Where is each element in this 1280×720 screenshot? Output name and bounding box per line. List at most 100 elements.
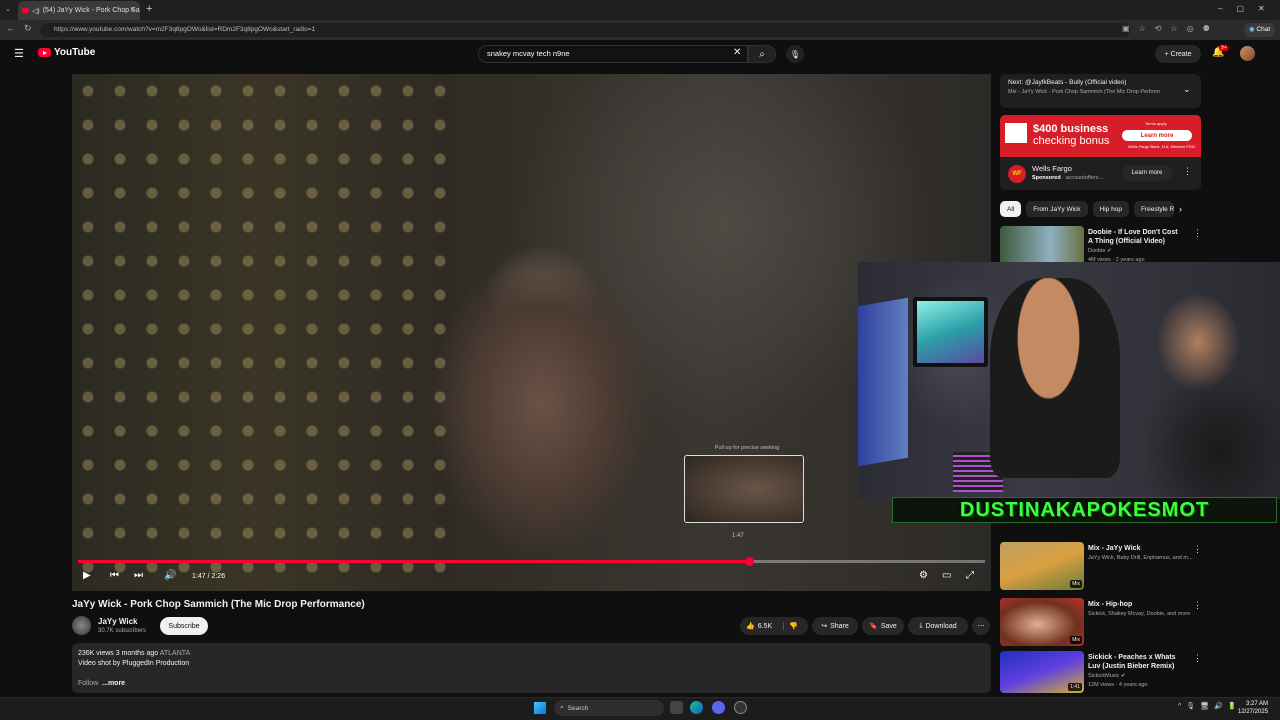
ad-fdic: Wells Fargo Bank, N.A. Member FDIC — [1128, 144, 1196, 149]
recommendation-title[interactable]: Mix - JaYy Wick — [1088, 544, 1183, 553]
ad-banner[interactable]: $400 business checking bonus Terms apply … — [1000, 115, 1201, 157]
next-up-panel[interactable]: Next: @JayfkBeats - Bully (Official vide… — [1000, 74, 1201, 108]
play-icon[interactable]: ▶ — [83, 570, 91, 581]
discord-icon[interactable] — [712, 701, 725, 714]
fullscreen-icon[interactable]: ⤢ — [966, 570, 974, 581]
more-actions-icon[interactable]: ⋯ — [972, 617, 990, 635]
speaker-icon[interactable]: ◁) — [32, 7, 40, 15]
seek-preview-thumbnail — [684, 455, 804, 523]
previous-icon[interactable]: ⏮ — [110, 570, 119, 581]
ad-info[interactable]: WF Wells Fargo Sponsored · accountoffers… — [1000, 157, 1201, 190]
thumbs-down-icon[interactable]: 👎 — [783, 622, 798, 630]
new-tab-icon[interactable]: + — [146, 3, 152, 15]
ad-menu-icon[interactable]: ⋮ — [1183, 166, 1192, 177]
more-options-icon[interactable]: ⋮ — [1193, 600, 1202, 611]
reload-icon[interactable]: ↻ — [24, 23, 32, 34]
account-avatar[interactable] — [1240, 46, 1255, 61]
recommendation-title[interactable]: Mix - Hip-hop — [1088, 600, 1183, 609]
recommendation-item[interactable]: Mix Mix - Hip-hop Sickick, Shakey Mcvay,… — [1000, 598, 1270, 648]
share-label: Share — [830, 622, 849, 630]
chat-button[interactable]: ◉ Chat — [1244, 23, 1276, 37]
clock-time: 3:27 AM — [1246, 701, 1269, 707]
video-player[interactable]: Pull up for precise seeking 1:47 ▶ ⏮ ⏭ 🔊… — [72, 74, 991, 591]
search-icon: ⌕ — [560, 704, 564, 711]
save-label: Save — [880, 622, 897, 630]
back-icon[interactable]: ← — [6, 23, 15, 33]
ad-learn-more-button[interactable]: Learn more — [1122, 130, 1192, 141]
browser-toolbar-icons[interactable]: ▣☆⟲☆◎⚉ — [1122, 24, 1219, 33]
recommendation-channel: Doobie ✔ — [1088, 248, 1112, 254]
download-button[interactable]: ⤓ Download — [908, 617, 968, 635]
more-options-icon[interactable]: ⋮ — [1193, 544, 1202, 555]
bookmark-icon: 🔖 — [869, 623, 878, 630]
browser-tab[interactable]: ◁) (54) JaYy Wick - Pork Chop Sa — [18, 1, 140, 20]
chip-from-channel[interactable]: From JaYy Wick — [1026, 201, 1088, 217]
tab-title: (54) JaYy Wick - Pork Chop Sa — [42, 7, 140, 14]
recommendation-thumbnail[interactable]: Mix — [1000, 598, 1084, 646]
task-view-icon[interactable] — [670, 701, 683, 714]
system-tray-icons[interactable]: ^🎙🖥🔊🔋 — [1178, 702, 1242, 710]
recommendation-meta: 12M views · 4 years ago — [1088, 682, 1148, 688]
filter-chips: All From JaYy Wick Hip hop Freestyle R › — [1000, 201, 1182, 217]
like-count: 6.5K — [757, 622, 773, 630]
search-icon: ⌕ — [759, 48, 765, 60]
tab-list-icon[interactable]: ⌄ — [5, 5, 11, 13]
url-field[interactable]: https://www.youtube.com/watch?v=m2F3q8pg… — [40, 23, 1130, 37]
search-input[interactable]: snakey mcvay tech n9ne — [478, 45, 748, 63]
like-button[interactable]: 👍 6.5K 👎 — [740, 617, 808, 635]
seek-preview-time: 1:47 — [732, 533, 744, 539]
windows-start-icon[interactable] — [534, 702, 546, 714]
volume-icon[interactable]: 🔊 — [164, 570, 176, 581]
thumbs-up-icon: 👍 — [746, 623, 755, 630]
channel-name[interactable]: JaYy Wick — [98, 617, 138, 626]
recommendation-thumbnail[interactable]: Mix — [1000, 542, 1084, 590]
create-button[interactable]: + Create — [1155, 45, 1201, 63]
channel-avatar[interactable] — [72, 616, 91, 635]
save-button[interactable]: 🔖 Save — [862, 617, 904, 635]
recommendation-title[interactable]: Sickick - Peaches x Whats Luv (Justin Bi… — [1088, 653, 1183, 671]
location-tag[interactable]: ATLANTA — [160, 650, 190, 657]
advertiser-learn-more-button[interactable]: Learn more — [1122, 165, 1172, 181]
recommendation-channel: SickickMusic ✔ — [1088, 673, 1126, 679]
search-button[interactable]: ⌕ — [748, 45, 776, 63]
voice-search-button[interactable]: 🎙 — [786, 45, 804, 63]
download-icon: ⤓ — [919, 622, 923, 629]
clock-date: 12/27/2025 — [1238, 709, 1269, 715]
window-controls[interactable]: –▢✕ — [1218, 4, 1279, 13]
show-more-link[interactable]: ...more — [102, 680, 125, 687]
progress-bar[interactable] — [78, 557, 985, 566]
recommendation-item[interactable]: Mix Mix - JaYy Wick JaYy Wick, Baby Dril… — [1000, 542, 1270, 592]
miniplayer-icon[interactable]: ▭ — [942, 570, 951, 581]
recommendation-item[interactable]: 1:41 Sickick - Peaches x Whats Luv (Just… — [1000, 651, 1270, 701]
chevron-right-icon[interactable]: › — [1179, 201, 1182, 217]
recommendation-title[interactable]: Doobie - If Love Don't Cost A Thing (Off… — [1088, 228, 1183, 246]
chip-all[interactable]: All — [1000, 201, 1022, 217]
chip-freestyle[interactable]: Freestyle R — [1133, 201, 1174, 217]
monitor-glow — [858, 297, 908, 467]
subscriber-count: 30.7K subscribers — [98, 628, 147, 634]
settings-gear-icon[interactable]: ⚙ — [919, 570, 928, 581]
taskbar-search-label: Search — [567, 704, 589, 712]
recommendation-thumbnail[interactable]: 1:41 — [1000, 651, 1084, 693]
app-icon[interactable] — [734, 701, 747, 714]
edge-icon[interactable] — [690, 701, 703, 714]
youtube-logo[interactable]: YouTube — [38, 47, 95, 58]
description-box[interactable]: 236K views 3 months ago ATLANTA Video sh… — [72, 643, 991, 693]
subscribe-button[interactable]: Subscribe — [160, 617, 208, 635]
taskbar-clock[interactable]: 3:27 AM 12/27/2025 — [1238, 700, 1268, 716]
more-options-icon[interactable]: ⋮ — [1193, 228, 1202, 239]
taskbar-search[interactable]: ⌕ Search — [554, 700, 664, 716]
more-options-icon[interactable]: ⋮ — [1193, 653, 1202, 664]
tab-close-icon[interactable]: × — [130, 5, 135, 14]
verified-icon: ✔ — [1106, 248, 1112, 254]
share-icon: ↪ — [821, 623, 828, 630]
share-button[interactable]: ↪ Share — [812, 617, 858, 635]
logo-text: YouTube — [54, 47, 96, 58]
chip-hip-hop[interactable]: Hip hop — [1092, 201, 1129, 217]
view-stats: 236K views 3 months ago — [78, 650, 159, 657]
youtube-play-logo-icon — [38, 48, 51, 57]
chevron-down-icon[interactable]: ⌄ — [1183, 84, 1191, 95]
next-icon[interactable]: ⏭ — [134, 570, 143, 581]
hamburger-menu-icon[interactable]: ☰ — [14, 47, 24, 60]
clear-search-icon[interactable]: ✕ — [733, 47, 741, 58]
